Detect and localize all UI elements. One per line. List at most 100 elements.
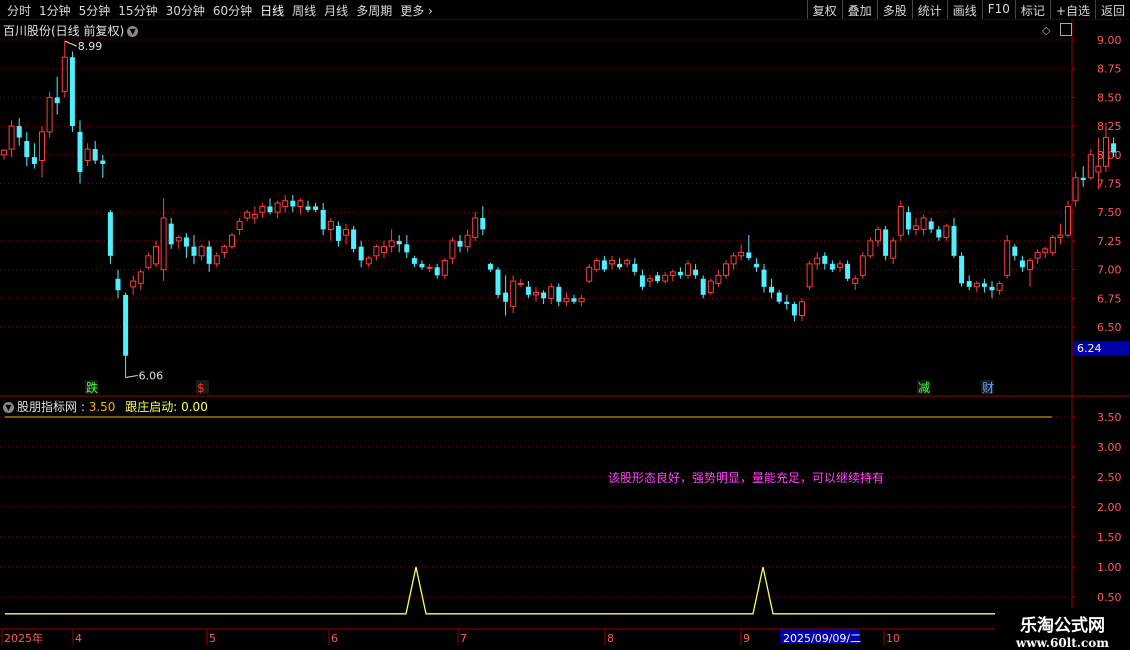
- candle-body: [107, 212, 113, 256]
- candle-body: [989, 286, 995, 291]
- candle-body: [267, 206, 273, 213]
- indicator-tick-label: 3.00: [1097, 441, 1122, 454]
- main-panel-title: 百川股份(日线 前复权) ▼: [3, 22, 139, 39]
- candle-body: [867, 240, 874, 257]
- candle-body: [730, 255, 737, 265]
- candle-body: [373, 246, 380, 257]
- candle-body: [8, 125, 15, 150]
- candle-body: [213, 255, 220, 265]
- stock-title: 百川股份(日线 前复权): [3, 24, 125, 38]
- panel-toggle-icon[interactable]: [1060, 23, 1072, 36]
- price-tick-label: 7.50: [1097, 206, 1122, 219]
- signal-label: 减: [918, 381, 930, 395]
- candle-body: [973, 282, 980, 288]
- candle-body: [365, 257, 372, 265]
- candle-body: [175, 236, 182, 242]
- indicator-tick-label: 1.50: [1097, 531, 1122, 544]
- chevron-down-icon[interactable]: ▼: [3, 402, 14, 413]
- candle-body: [313, 206, 319, 210]
- signal-label: 财: [982, 381, 994, 395]
- candle-body: [806, 263, 813, 288]
- indicator-label2: 跟庄启动: [125, 400, 174, 414]
- candle-body: [1012, 246, 1018, 256]
- candle-body: [244, 211, 251, 219]
- candle-body: [845, 263, 851, 279]
- candle-body: [487, 263, 493, 270]
- candle-body: [305, 206, 311, 210]
- candle-body: [822, 255, 828, 264]
- candle-body: [388, 240, 395, 248]
- date-tick-label: 4: [75, 632, 82, 645]
- candle-body: [966, 281, 972, 287]
- candle-body: [586, 266, 593, 282]
- candle-body: [852, 278, 859, 284]
- low-marker-label: 6.06: [139, 370, 164, 383]
- candle-body: [320, 209, 326, 230]
- candle-body: [700, 278, 706, 295]
- price-tick-label: 7.25: [1097, 235, 1122, 248]
- candle-body: [115, 278, 121, 291]
- candle-body: [24, 141, 30, 158]
- candle-body: [290, 200, 296, 207]
- candle-body: [715, 274, 722, 284]
- date-highlight-label: 2025/09/09/二: [783, 632, 861, 645]
- candle-body: [685, 263, 691, 276]
- candle-body: [655, 275, 661, 282]
- candle-body: [525, 286, 531, 295]
- candle-body: [753, 263, 759, 268]
- candle-body: [784, 301, 790, 305]
- candle-body: [221, 246, 228, 253]
- candle-body: [31, 157, 37, 164]
- candle-body: [1072, 177, 1079, 202]
- candle-body: [46, 96, 53, 133]
- candle-body: [563, 297, 570, 303]
- candle-body: [617, 263, 623, 268]
- price-tick-label: 9.00: [1097, 34, 1122, 47]
- price-tick-label: 7.00: [1097, 264, 1122, 277]
- candle-body: [647, 278, 653, 282]
- candle-body: [229, 234, 235, 248]
- candle-body: [814, 257, 821, 265]
- candle-body: [1087, 154, 1094, 179]
- main-chart[interactable]: 9.00 8.75 8.50 8.25 8.00 7.75 7.50 7.25 7.00 6.75…: [0, 0, 1130, 650]
- candle-body: [404, 244, 410, 253]
- candle-body: [77, 131, 83, 173]
- candle-body: [981, 283, 987, 287]
- candle-body: [54, 97, 60, 104]
- candle-body: [153, 246, 159, 265]
- candle-body: [168, 223, 174, 245]
- candle-body: [890, 240, 897, 259]
- price-tick-label: 8.00: [1097, 149, 1122, 162]
- candle-body: [183, 237, 189, 247]
- indicator-tick-label: 1.00: [1097, 561, 1122, 574]
- candle-body: [503, 292, 509, 302]
- date-tick-label: 9: [743, 632, 750, 645]
- candle-body: [145, 255, 152, 268]
- diamond-icon[interactable]: ◇: [1042, 24, 1050, 37]
- candle-body: [517, 282, 524, 285]
- candle-body: [883, 229, 889, 256]
- candle-body: [449, 240, 456, 259]
- candle-body: [61, 56, 68, 93]
- candle-body: [396, 240, 402, 245]
- candle-body: [556, 286, 562, 302]
- date-tick-label: 8: [607, 632, 614, 645]
- date-tick-label: 2025年: [4, 631, 43, 645]
- candle-body: [16, 126, 22, 138]
- candle-body: [533, 292, 539, 296]
- chevron-down-icon[interactable]: ▼: [127, 26, 139, 37]
- low-marker-line: [125, 375, 138, 379]
- candle-body: [548, 286, 555, 299]
- indicator-panel-title: ▼ 股朋指标网 : 3.50 跟庄启动: 0.00: [3, 398, 208, 415]
- date-tick-label: 7: [460, 632, 467, 645]
- candle-body: [677, 271, 683, 276]
- candle-body: [411, 258, 417, 264]
- candle-body: [419, 263, 425, 268]
- price-tick-label: 8.25: [1097, 120, 1122, 133]
- candle-body: [100, 160, 106, 164]
- candle-body: [913, 225, 919, 230]
- candle-body: [259, 205, 266, 213]
- candle-body: [1111, 143, 1117, 153]
- candle-body: [84, 148, 91, 162]
- candle-body: [251, 213, 258, 219]
